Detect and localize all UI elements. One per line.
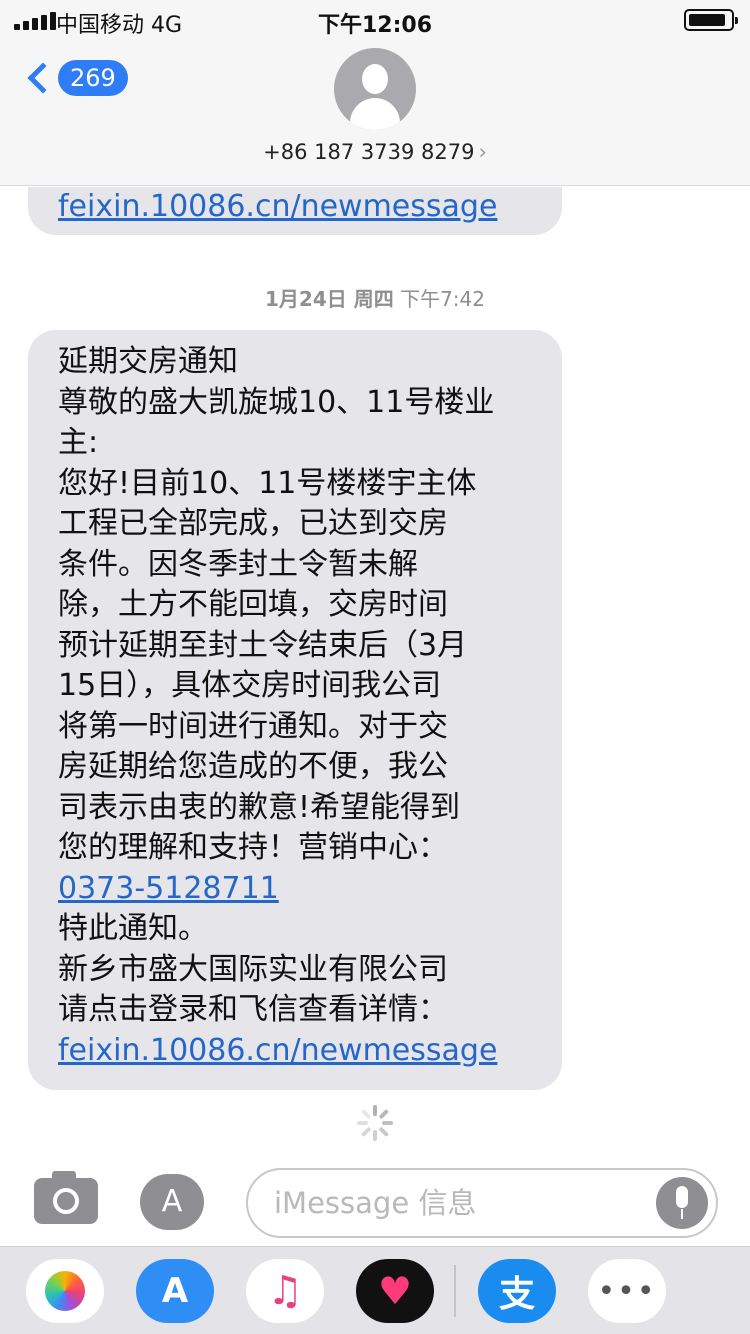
message-line: 工程已全部完成，已达到交房 (58, 506, 448, 541)
apps-button[interactable]: A (140, 1174, 204, 1230)
message-line: 将第一时间进行通知。对于交 (58, 708, 448, 744)
message-line: 房延期给您造成的不便，我公 (58, 749, 448, 784)
contact-details-button[interactable]: +86 187 3739 8279 › (0, 140, 750, 164)
photos-app-button[interactable] (26, 1259, 104, 1323)
chevron-left-icon (27, 62, 59, 94)
message-line: 除，土方不能回填，交房时间 (58, 587, 448, 622)
previous-message-link[interactable]: feixin.10086.cn/newmessage (58, 189, 497, 224)
phone-number-link[interactable]: 0373-5128711 (58, 869, 542, 910)
message-line: 预计延期至封土令结束后（3月 (58, 627, 468, 663)
app-store-button[interactable]: A (136, 1259, 214, 1323)
battery-icon (684, 9, 738, 31)
status-bar: 中国移动 4G 下午12:06 (0, 0, 750, 40)
alipay-icon: 支 (498, 1274, 535, 1315)
microphone-button[interactable] (656, 1177, 708, 1229)
message-line: 主: (58, 425, 99, 460)
more-icon: ••• (597, 1273, 657, 1309)
message-thread[interactable]: feixin.10086.cn/newmessage 1月24日 周四 下午7:… (0, 187, 750, 1162)
status-time: 下午12:06 (317, 13, 433, 38)
loading-spinner-icon (356, 1104, 394, 1142)
message-line: 15日），具体交房时间我公司 (58, 668, 442, 703)
message-line: 您好!目前10、11号楼楼宇主体 (58, 465, 477, 501)
message-line: 条件。因冬季封土令暂未解 (58, 546, 418, 582)
message-line: 您的理解和支持！营销中心： (58, 830, 448, 865)
timestamp-time: 下午7:42 (400, 287, 485, 311)
drawer-divider (454, 1265, 456, 1317)
alipay-app-button[interactable]: 支 (478, 1259, 556, 1323)
message-line: 延期交房通知 (58, 344, 238, 379)
contact-avatar[interactable] (334, 48, 416, 130)
feixin-link[interactable]: feixin.10086.cn/newmessage (58, 1031, 542, 1072)
person-head-icon (362, 64, 388, 94)
imessage-input[interactable]: iMessage 信息 (246, 1168, 718, 1238)
message-bubble-previous[interactable]: feixin.10086.cn/newmessage (28, 187, 562, 235)
camera-icon (53, 1188, 79, 1214)
conversation-header: 269 +86 187 3739 8279 › (0, 40, 750, 186)
contact-number: +86 187 3739 8279 (263, 140, 475, 164)
message-bubble[interactable]: 延期交房通知 尊敬的盛大凯旋城10、11号楼业 主: 您好!目前10、11号楼楼… (28, 330, 562, 1090)
message-line: 司表示由衷的歉意!希望能得到 (58, 789, 461, 825)
photos-icon (45, 1271, 85, 1311)
message-timestamp: 1月24日 周四 下午7:42 (0, 283, 750, 312)
message-line: 特此通知。 (58, 911, 208, 946)
person-body-icon (350, 98, 400, 130)
camera-button[interactable] (34, 1171, 98, 1224)
music-icon: ♫ (267, 1268, 303, 1314)
unread-count-badge: 269 (58, 60, 128, 96)
compose-bar: A iMessage 信息 (0, 1162, 750, 1246)
message-line: 尊敬的盛大凯旋城10、11号楼业 (58, 384, 495, 420)
message-line: 新乡市盛大国际实业有限公司 (58, 951, 448, 987)
message-line: 请点击登录和飞信查看详情： (58, 992, 448, 1027)
back-button[interactable]: 269 (22, 60, 128, 96)
app-drawer: A ♫ ♥ 支 ••• (0, 1246, 750, 1334)
app-store-icon: A (161, 1271, 189, 1311)
timestamp-date: 1月24日 周四 (265, 287, 394, 311)
digital-touch-button[interactable]: ♥ (356, 1259, 434, 1323)
digital-touch-icon: ♥ (377, 1269, 413, 1313)
music-app-button[interactable]: ♫ (246, 1259, 324, 1323)
more-apps-button[interactable]: ••• (588, 1259, 666, 1323)
chevron-right-icon: › (478, 140, 487, 164)
